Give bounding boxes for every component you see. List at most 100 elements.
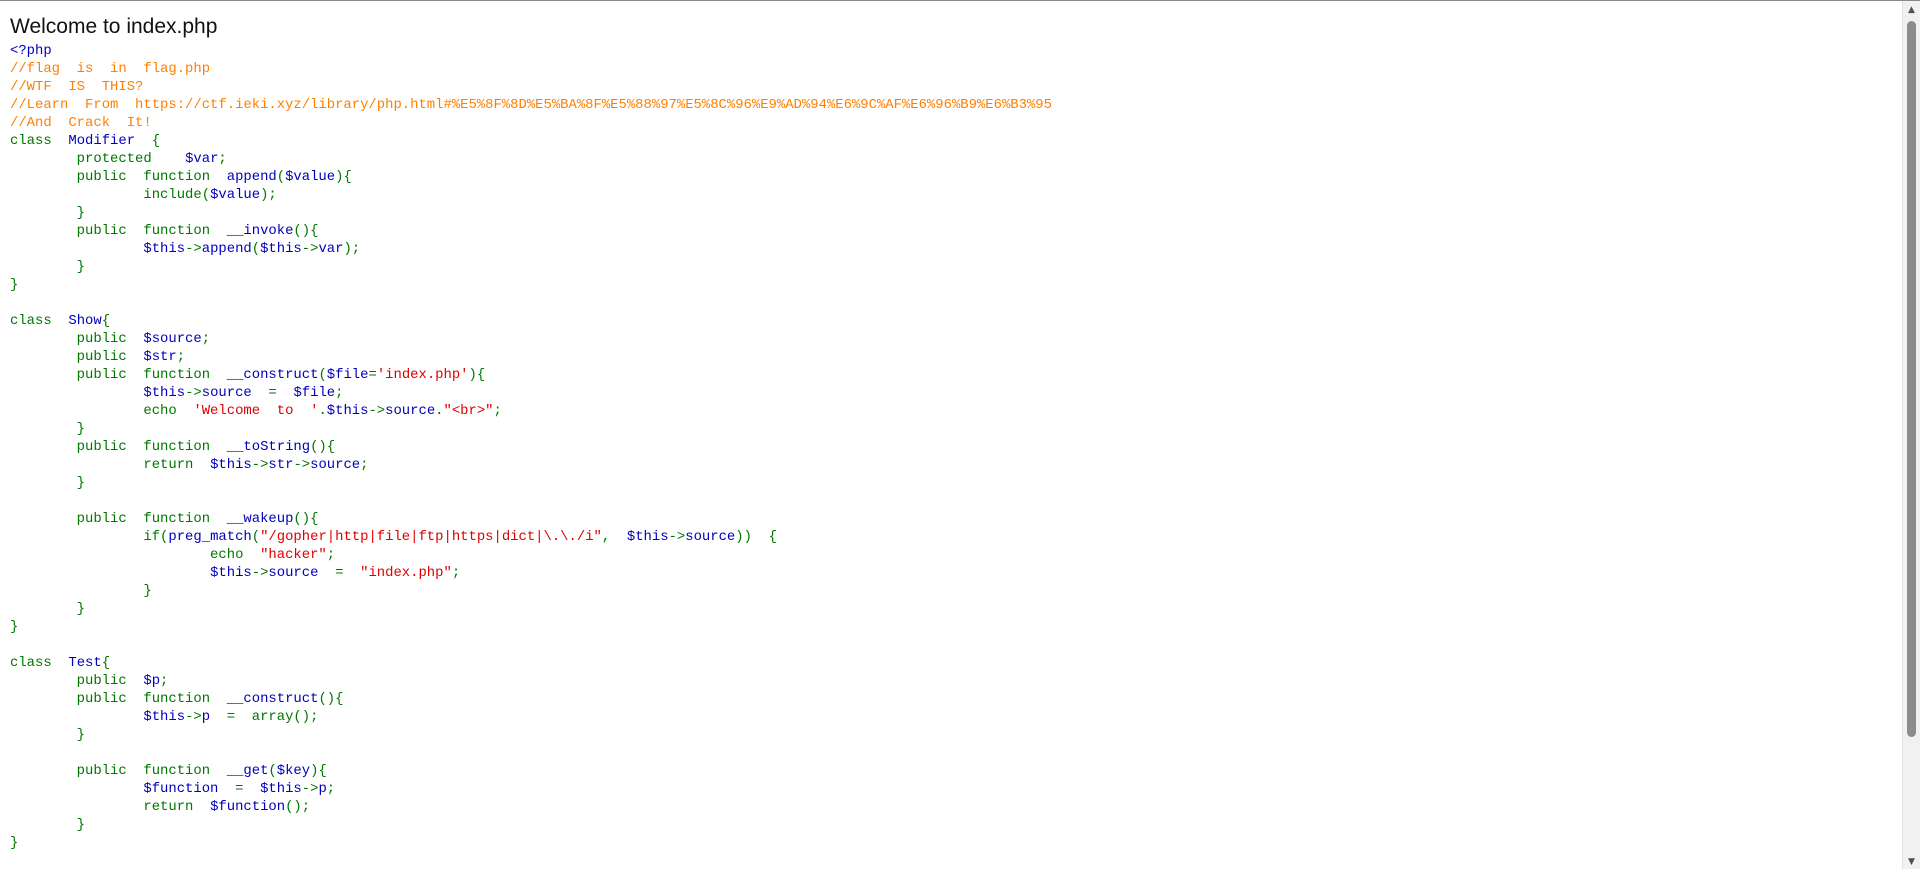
code-token-keyword: } xyxy=(10,421,86,437)
code-line: public $source; xyxy=(10,330,1052,348)
scroll-down-icon[interactable]: ▼ xyxy=(1903,853,1920,869)
code-line: public function __toString(){ xyxy=(10,438,1052,456)
code-line: //Learn From https://ctf.ieki.xyz/librar… xyxy=(10,96,1052,114)
code-token-default: __construct xyxy=(226,367,319,383)
code-token-default: $source xyxy=(143,331,202,347)
code-token-keyword: public function xyxy=(10,511,227,527)
code-token-keyword: -> xyxy=(185,385,202,401)
code-token-keyword: ); xyxy=(343,241,361,257)
code-token-default: p xyxy=(318,781,327,797)
code-token-keyword: ; xyxy=(326,547,336,563)
code-token-keyword: , xyxy=(601,529,627,545)
code-token-keyword: ; xyxy=(218,151,227,167)
code-line: public $str; xyxy=(10,348,1052,366)
code-token-keyword: } xyxy=(10,259,86,275)
code-token-keyword xyxy=(10,709,143,725)
code-token-default: __invoke xyxy=(226,223,294,239)
code-line: public function __invoke(){ xyxy=(10,222,1052,240)
code-token-keyword: public xyxy=(10,673,144,689)
code-token-default: Test xyxy=(68,655,102,671)
code-token-keyword: } xyxy=(10,601,86,617)
code-token-keyword: ( xyxy=(251,529,261,545)
code-line: include($value); xyxy=(10,186,1052,204)
code-token-default: __get xyxy=(226,763,269,779)
code-token-keyword: ( xyxy=(318,367,327,383)
code-token-keyword: . xyxy=(435,403,444,419)
code-token-keyword: )) { xyxy=(735,529,777,545)
code-line: //flag is in flag.php xyxy=(10,60,1052,78)
code-line: } xyxy=(10,258,1052,276)
code-token-default: __construct xyxy=(226,691,319,707)
code-token-keyword: -> xyxy=(301,781,319,797)
code-token-keyword: -> xyxy=(251,565,269,581)
code-token-default: $value xyxy=(285,169,336,185)
code-token-keyword: (){ xyxy=(310,439,336,455)
code-line: } xyxy=(10,474,1052,492)
code-token-keyword: -> xyxy=(368,403,386,419)
code-token-keyword: (){ xyxy=(293,511,319,527)
code-token-keyword: include( xyxy=(10,187,211,203)
code-token-keyword: = xyxy=(368,367,377,383)
code-line: class Modifier { xyxy=(10,132,1052,150)
code-token-keyword: return xyxy=(10,457,211,473)
code-token-keyword: ; xyxy=(451,565,461,581)
code-token-keyword: protected xyxy=(10,151,186,167)
code-token-default: $this xyxy=(143,709,186,725)
code-line: } xyxy=(10,204,1052,222)
code-line: } xyxy=(10,420,1052,438)
code-token-default: $value xyxy=(210,187,261,203)
code-line: } xyxy=(10,276,1052,294)
code-token-default: append xyxy=(226,169,277,185)
code-token-default: source xyxy=(685,529,736,545)
code-line: //And Crack It! xyxy=(10,114,1052,132)
vertical-scrollbar[interactable]: ▲ ▼ xyxy=(1902,1,1920,869)
code-token-keyword: } xyxy=(10,727,86,743)
code-token-keyword: public function xyxy=(10,763,227,779)
code-token-default: $this xyxy=(260,781,302,797)
code-line: } xyxy=(10,726,1052,744)
code-token-keyword: ( xyxy=(251,241,261,257)
scroll-up-icon[interactable]: ▲ xyxy=(1903,1,1920,18)
code-token-default: p xyxy=(201,709,227,725)
code-token-keyword: class xyxy=(10,313,69,329)
code-token-keyword: (); xyxy=(285,799,311,815)
code-token-keyword: ; xyxy=(176,349,186,365)
code-token-keyword: public xyxy=(10,349,144,365)
code-token-keyword xyxy=(10,241,143,257)
code-line: return $this->str->source; xyxy=(10,456,1052,474)
code-token-keyword: } xyxy=(10,619,19,635)
code-line: $this->source = $file; xyxy=(10,384,1052,402)
code-token-default: source xyxy=(310,457,361,473)
code-token-keyword: { xyxy=(101,313,111,329)
code-line: $this->p = array(); xyxy=(10,708,1052,726)
code-line: public function append($value){ xyxy=(10,168,1052,186)
code-line: class Show{ xyxy=(10,312,1052,330)
code-token-comment: //WTF IS THIS? xyxy=(10,79,144,95)
code-token-string: "hacker" xyxy=(260,547,327,563)
code-token-default: Modifier xyxy=(68,133,152,149)
code-token-keyword: public function xyxy=(10,691,227,707)
code-token-keyword: public function xyxy=(10,439,227,455)
code-token-string: "index.php" xyxy=(360,565,452,581)
code-line: $function = $this->p; xyxy=(10,780,1052,798)
code-token-default: __wakeup xyxy=(226,511,294,527)
code-token-keyword: = array(); xyxy=(226,709,319,725)
code-token-default: source xyxy=(268,565,336,581)
code-token-default: $this xyxy=(626,529,669,545)
welcome-heading: Welcome to index.php xyxy=(10,15,218,38)
code-line: class Test{ xyxy=(10,654,1052,672)
code-token-keyword: ; xyxy=(335,385,344,401)
scrollbar-thumb[interactable] xyxy=(1907,21,1916,737)
code-token-string: "/gopher|http|file|ftp|https|dict|\.\./i… xyxy=(260,529,602,545)
code-line: echo "hacker"; xyxy=(10,546,1052,564)
code-line: } xyxy=(10,816,1052,834)
code-line: } xyxy=(10,582,1052,600)
code-token-keyword: public function xyxy=(10,223,227,239)
code-token-keyword: echo xyxy=(10,547,261,563)
code-token-keyword: -> xyxy=(185,709,202,725)
code-token-keyword xyxy=(10,385,143,401)
code-line: protected $var; xyxy=(10,150,1052,168)
code-line: echo 'Welcome to '.$this->source."<br>"; xyxy=(10,402,1052,420)
code-token-keyword: . xyxy=(318,403,327,419)
